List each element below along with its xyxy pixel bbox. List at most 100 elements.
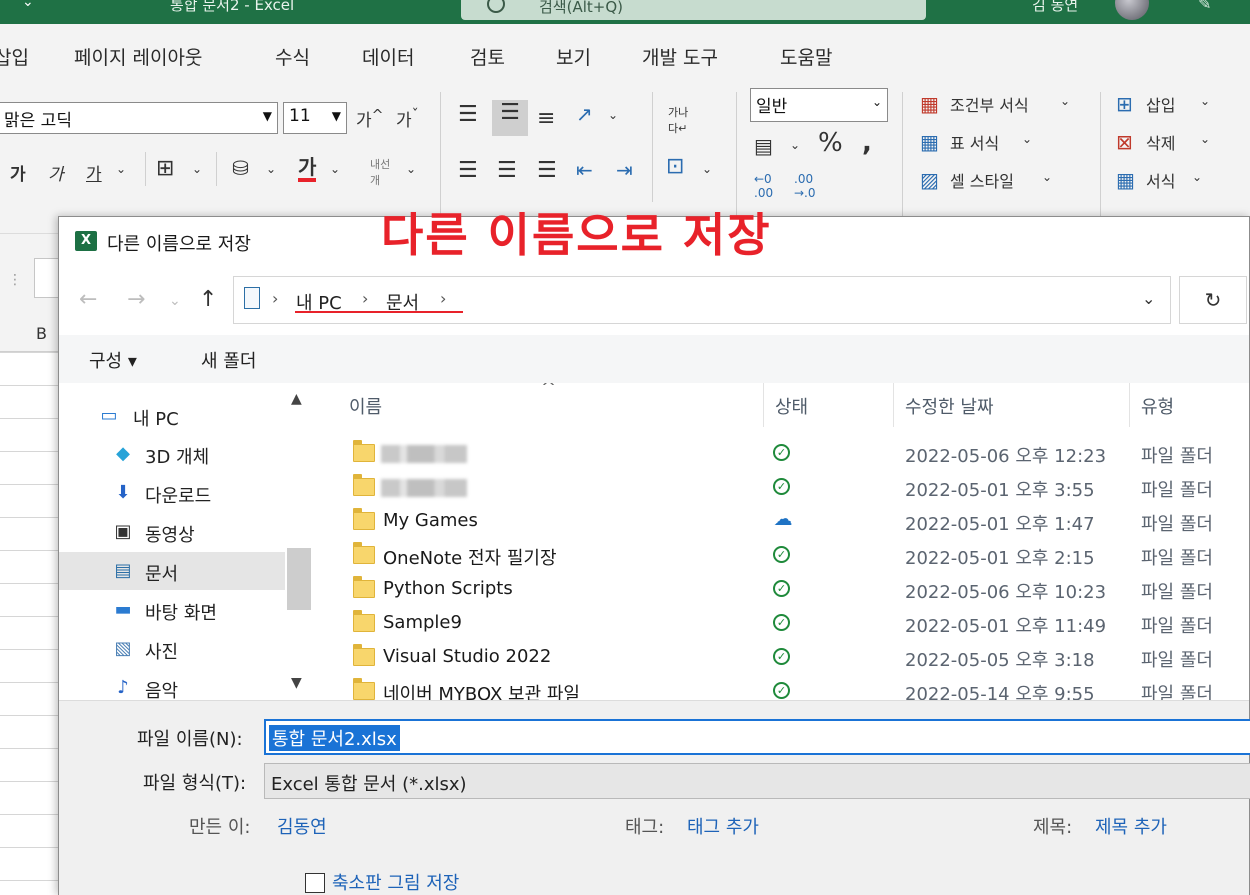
scroll-up-icon[interactable]: ▲ [291, 391, 302, 407]
pen-icon[interactable]: ✎ [1198, 0, 1211, 13]
comma-style-icon[interactable]: , [862, 128, 872, 158]
delete-cells-button[interactable]: 삭제 [1146, 130, 1175, 154]
merge-center-icon[interactable]: ⊡ [666, 154, 684, 179]
back-arrow-icon[interactable]: ← [79, 287, 97, 312]
chevron-down-icon[interactable]: ⌄ [266, 162, 276, 176]
italic-icon[interactable]: 가 [48, 160, 64, 185]
chevron-down-icon[interactable]: ⌄ [330, 162, 340, 176]
chevron-down-icon[interactable]: ⌄ [406, 162, 416, 176]
chevron-down-icon[interactable]: ⌄ [1022, 132, 1032, 146]
chevron-down-icon[interactable]: ⌄ [608, 108, 618, 122]
tab-developer[interactable]: 개발 도구 [642, 43, 718, 70]
tab-formulas[interactable]: 수식 [275, 43, 310, 70]
align-right-icon[interactable]: ☰ [537, 158, 557, 183]
decrease-font-icon[interactable]: 가ˇ [396, 106, 419, 131]
chevron-down-icon[interactable]: ⌄ [702, 162, 712, 176]
search-box[interactable]: 검색(Alt+Q) [461, 0, 926, 20]
recent-locations-chevron-icon[interactable]: ⌄ [169, 293, 181, 309]
increase-decimal-icon[interactable]: ←0.00 [754, 172, 773, 200]
chevron-down-icon[interactable]: ⌄ [1060, 94, 1070, 108]
nav-item-this-pc[interactable]: ▭ 내 PC [59, 397, 285, 435]
tab-help[interactable]: 도움말 [780, 43, 832, 70]
chevron-down-icon[interactable]: ⌄ [1200, 94, 1210, 108]
chevron-down-icon[interactable]: ⌄ [1192, 170, 1202, 184]
align-center-icon[interactable]: ☰ [497, 158, 517, 183]
nav-item-3d-objects[interactable]: ◆ 3D 개체 [59, 435, 285, 473]
organize-button[interactable]: 구성 ▾ [89, 347, 137, 373]
border-icon[interactable]: ⊞ [156, 156, 174, 181]
tab-view[interactable]: 보기 [556, 43, 591, 70]
name-box[interactable] [34, 258, 60, 298]
tab-insert[interactable]: 삽입 [0, 43, 29, 70]
column-b-label[interactable]: B [36, 324, 47, 343]
file-row[interactable]: 네이버 MYBOX 보관 파일 ✓ 2022-05-14 오후 9:55 파일 … [317, 675, 1250, 700]
accounting-format-icon[interactable]: ▤ [754, 134, 773, 158]
file-row[interactable]: OneNote 전자 필기장 ✓ 2022-05-01 오후 2:15 파일 폴… [317, 539, 1250, 573]
nav-item-desktop[interactable]: ▬ 바탕 화면 [59, 591, 285, 629]
font-size-dropdown[interactable]: 11 ▼ [283, 102, 347, 134]
tab-data[interactable]: 데이터 [362, 43, 414, 70]
refresh-button[interactable]: ↻ [1179, 276, 1247, 324]
increase-font-icon[interactable]: 가^ [356, 106, 384, 131]
increase-indent-icon[interactable]: ⇥ [616, 158, 633, 182]
address-dropdown-chevron-icon[interactable]: ⌄ [1142, 289, 1155, 308]
chevron-down-icon[interactable]: ⌄ [790, 138, 800, 152]
column-header-status[interactable]: 상태 [775, 393, 808, 419]
nav-item-videos[interactable]: ▣ 동영상 [59, 513, 285, 551]
align-top-icon[interactable]: ☰ [458, 102, 478, 127]
align-middle-icon[interactable]: ☰ [492, 100, 528, 136]
address-bar[interactable]: › 내 PC › 문서 › ⌄ [233, 276, 1171, 324]
chevron-down-icon[interactable]: ⌄ [1200, 132, 1210, 146]
orientation-icon[interactable]: ↗ [576, 102, 593, 126]
align-bottom-icon[interactable]: ≡ [537, 106, 555, 131]
chevron-down-icon[interactable]: ⌄ [116, 162, 126, 176]
file-row[interactable]: Sample9 ✓ 2022-05-01 오후 11:49 파일 폴더 [317, 607, 1250, 641]
navigation-scrollbar[interactable]: ▲ ▼ [285, 383, 313, 700]
tab-review[interactable]: 검토 [470, 43, 505, 70]
scroll-down-icon[interactable]: ▼ [291, 675, 302, 691]
file-row[interactable]: Visual Studio 2022 ✓ 2022-05-05 오후 3:18 … [317, 641, 1250, 675]
nav-item-pictures[interactable]: ▧ 사진 [59, 630, 285, 668]
decrease-decimal-icon[interactable]: .00 →.0 [794, 172, 816, 200]
nav-item-downloads[interactable]: ⬇ 다운로드 [59, 474, 285, 512]
file-row[interactable]: ✓ 2022-05-06 오후 12:23 파일 폴더 [317, 437, 1250, 471]
file-row[interactable]: Python Scripts ✓ 2022-05-06 오후 10:23 파일 … [317, 573, 1250, 607]
underline-icon[interactable]: 가 [86, 160, 102, 185]
phonetic-icon[interactable]: 내선 개 [370, 156, 390, 188]
align-left-icon[interactable]: ☰ [458, 158, 478, 183]
cell-styles-button[interactable]: 셀 스타일 [950, 168, 1014, 192]
scrollbar-thumb[interactable] [287, 548, 311, 610]
save-thumbnail-label[interactable]: 축소판 그림 저장 [332, 869, 459, 895]
save-thumbnail-checkbox[interactable] [305, 873, 325, 893]
filename-input[interactable]: 통합 문서2.xlsx [264, 719, 1250, 755]
add-tag-link[interactable]: 태그 추가 [687, 813, 759, 839]
format-cells-button[interactable]: 서식 [1146, 168, 1175, 192]
insert-cells-button[interactable]: 삽입 [1146, 92, 1175, 116]
column-header-name[interactable]: 이름 [349, 393, 382, 419]
decrease-indent-icon[interactable]: ⇤ [576, 158, 593, 182]
font-color-icon[interactable]: 가 [298, 156, 317, 182]
percent-icon[interactable]: % [818, 128, 843, 158]
bold-icon[interactable]: 가 [10, 160, 26, 185]
column-header-type[interactable]: 유형 [1141, 393, 1174, 419]
nav-item-documents[interactable]: ▤ 문서 [59, 552, 285, 590]
filetype-dropdown[interactable]: Excel 통합 문서 (*.xlsx) [264, 763, 1250, 799]
add-title-link[interactable]: 제목 추가 [1095, 813, 1167, 839]
quick-access-chevron-icon[interactable]: ⌄ [22, 0, 34, 10]
chevron-down-icon[interactable]: ⌄ [192, 162, 202, 176]
forward-arrow-icon[interactable]: → [127, 287, 145, 312]
new-folder-button[interactable]: 새 폴더 [201, 347, 256, 373]
tab-page-layout[interactable]: 페이지 레이아웃 [74, 43, 202, 70]
column-header-date[interactable]: 수정한 날짜 [905, 393, 994, 419]
file-row[interactable]: ✓ 2022-05-01 오후 3:55 파일 폴더 [317, 471, 1250, 505]
chevron-down-icon[interactable]: ⌄ [1042, 170, 1052, 184]
avatar[interactable] [1115, 0, 1149, 20]
up-arrow-icon[interactable]: ↑ [199, 287, 217, 312]
conditional-format-button[interactable]: 조건부 서식 [950, 92, 1029, 116]
font-name-dropdown[interactable]: 맑은 고딕 ▼ [0, 102, 278, 134]
format-as-table-button[interactable]: 표 서식 [950, 130, 999, 154]
fill-color-icon[interactable]: ⛁ [232, 156, 249, 180]
author-value[interactable]: 김동연 [277, 813, 327, 839]
number-format-dropdown[interactable]: 일반 ⌄ [750, 88, 888, 122]
wrap-text-icon[interactable]: 가나 다↵ [668, 104, 688, 136]
